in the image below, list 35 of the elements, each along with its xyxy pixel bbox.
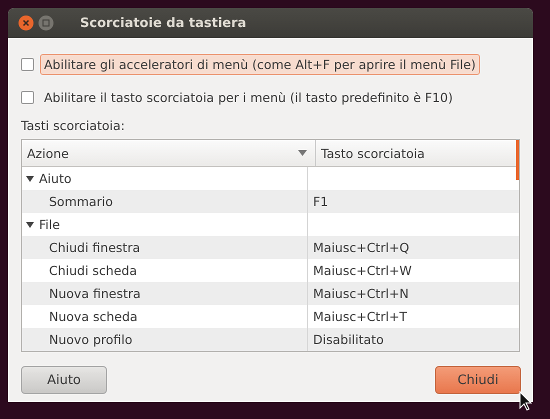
- tree-row[interactable]: Chiudi finestra Maiusc+Ctrl+Q: [22, 236, 519, 259]
- dialog-button[interactable]: Chiudi: [435, 366, 521, 394]
- scroll-indicator: [516, 140, 519, 180]
- action-label: Aiuto: [39, 171, 72, 186]
- close-icon[interactable]: [18, 15, 34, 31]
- shortcut-label: F1: [312, 194, 328, 209]
- shortcut-label: Maiusc+Ctrl+Q: [312, 240, 410, 255]
- checkbox[interactable]: [21, 58, 34, 70]
- window-title: Scorciatoie da tastiera: [80, 16, 246, 30]
- dialog-button[interactable]: Aiuto: [21, 366, 107, 394]
- action-label: Chiudi finestra: [49, 240, 140, 255]
- maximize-icon[interactable]: [38, 15, 54, 31]
- column-header[interactable]: Tasto scorciatoia: [316, 140, 519, 166]
- checkbox-label[interactable]: Abilitare il tasto scorciatoia per i menù (il tasto predefinito è F10): [40, 86, 457, 108]
- column-header[interactable]: Azione: [22, 140, 316, 166]
- action-label: Nuovo profilo: [49, 332, 132, 347]
- section-label: Tasti scorciatoia:: [21, 118, 126, 133]
- sort-icon: [298, 150, 307, 156]
- action-label: Chiudi scheda: [49, 263, 138, 278]
- action-label: File: [39, 217, 60, 232]
- shortcut-label: Disabilitato: [312, 332, 384, 347]
- expander-icon[interactable]: [26, 220, 34, 228]
- expander-icon[interactable]: [26, 174, 34, 182]
- action-label: Sommario: [49, 194, 113, 209]
- shortcut-label: Maiusc+Ctrl+W: [312, 263, 412, 278]
- shortcut-label: Maiusc+Ctrl+T: [312, 309, 408, 324]
- tree-row[interactable]: Sommario F1: [22, 190, 519, 213]
- tree-row[interactable]: Nuovo profilo Disabilitato: [22, 328, 519, 351]
- checkbox-label[interactable]: Abilitare gli acceleratori di menù (come Alt+F per aprire il menù File): [40, 54, 480, 74]
- action-label: Nuova finestra: [49, 286, 141, 301]
- action-label: Nuova scheda: [49, 309, 138, 324]
- checkbox[interactable]: [21, 90, 34, 104]
- mouse-pointer-icon: [519, 391, 532, 411]
- shortcut-label: Maiusc+Ctrl+N: [312, 286, 409, 301]
- tree-row[interactable]: Nuova finestra Maiusc+Ctrl+N: [22, 282, 519, 305]
